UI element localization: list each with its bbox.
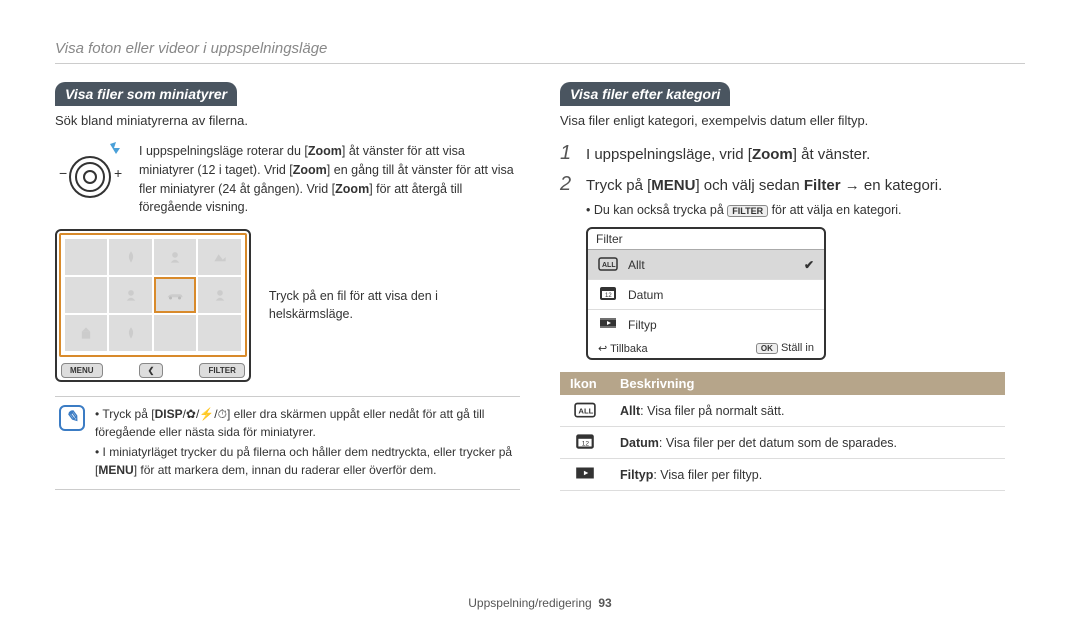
thumb-cell [109,277,151,313]
flower-icon: ✿ [186,407,196,421]
calendar-icon: 12 [598,285,618,304]
ok-icon: OK [756,343,778,354]
all-icon: ALL [598,255,618,274]
intro-text: Sök bland miniatyrerna av filerna. [55,112,520,130]
thumb-cell [154,239,196,275]
zoom-dial-instruction: − + I uppspelningsläge roterar du [Zoom]… [55,142,520,217]
screen-menu-button: MENU [61,363,103,378]
table-row: ALL Allt: Visa filer på normalt sätt. [560,395,1005,427]
filter-row-date: 12 Datum [588,280,824,310]
filmstrip-icon [560,459,610,491]
flash-icon: ⚡ [199,407,214,421]
thumb-cell [65,277,107,313]
table-header-desc: Beskrivning [610,372,1005,395]
filmstrip-icon [598,315,618,334]
filter-menu-footer: ↩ Tillbaka OK Ställ in [588,339,824,358]
thumbnail-callout: Tryck på en fil för att visa den i helsk… [269,288,520,323]
note-bullet-2: I miniatyrläget trycker du på filerna oc… [95,443,516,479]
thumb-cell [65,239,107,275]
thumb-cell [154,315,196,351]
calendar-icon: 12 [560,427,610,459]
filter-row-all: ALL Allt ✔ [588,250,824,280]
thumb-cell [109,315,151,351]
table-row: 12 Datum: Visa filer per det datum som d… [560,427,1005,459]
thumb-cell [65,315,107,351]
thumb-cell [198,277,240,313]
note-icon: ✎ [59,405,85,431]
thumbnail-screen: MENU ❮ FILTER [55,229,251,382]
screen-filter-button: FILTER [199,363,244,378]
timer-icon: ⏱ [218,407,227,421]
thumb-cell [109,239,151,275]
filter-menu-screen: Filter ALL Allt ✔ 12 Datum [586,227,826,360]
svg-text:12: 12 [605,293,612,299]
all-icon: ALL [560,395,610,427]
step-number: 1 [560,142,576,165]
intro-text-right: Visa filer enligt kategori, exempelvis d… [560,112,1025,130]
dial-text: I uppspelningsläge roterar du [Zoom] åt … [139,142,520,217]
check-icon: ✔ [804,258,814,272]
left-column: Visa filer som miniatyrer Sök bland mini… [55,82,520,491]
step-1: 1 I uppspelningsläge, vrid [Zoom] åt vän… [560,142,1025,167]
filter-menu-header: Filter [588,229,824,250]
right-column: Visa filer efter kategori Visa filer enl… [560,82,1025,491]
section-heading-thumbnails: Visa filer som miniatyrer [55,82,237,106]
note-box: ✎ Tryck på [DISP/✿/⚡/⏱] eller dra skärme… [55,396,520,490]
step-2: 2 Tryck på [MENU] och välj sedan Filter … [560,173,1025,198]
filter-inline-button: FILTER [727,205,768,217]
icon-description-table: Ikon Beskrivning ALL Allt: Visa filer på… [560,372,1005,491]
note-bullet-1: Tryck på [DISP/✿/⚡/⏱] eller dra skärmen … [95,405,516,441]
svg-text:12: 12 [582,441,590,448]
breadcrumb: Visa foton eller videor i uppspelningslä… [55,40,1025,64]
step-2-sub: Du kan också trycka på FILTER för att vä… [586,203,1025,217]
zoom-dial-icon: − + [55,142,127,202]
table-header-icon: Ikon [560,372,610,395]
table-row: Filtyp: Visa filer per filtyp. [560,459,1005,491]
svg-text:ALL: ALL [602,262,616,269]
svg-text:ALL: ALL [578,407,593,416]
thumb-cell-selected [154,277,196,313]
section-heading-category: Visa filer efter kategori [560,82,730,106]
thumb-cell [198,315,240,351]
svg-text:+: + [114,165,122,181]
filter-row-type: Filtyp [588,310,824,339]
page-footer: Uppspelning/redigering 93 [0,596,1080,610]
thumb-cell [198,239,240,275]
back-icon: ↩ [598,343,607,355]
step-number: 2 [560,173,576,196]
screen-share-button: ❮ [139,363,164,378]
svg-text:−: − [59,165,67,181]
